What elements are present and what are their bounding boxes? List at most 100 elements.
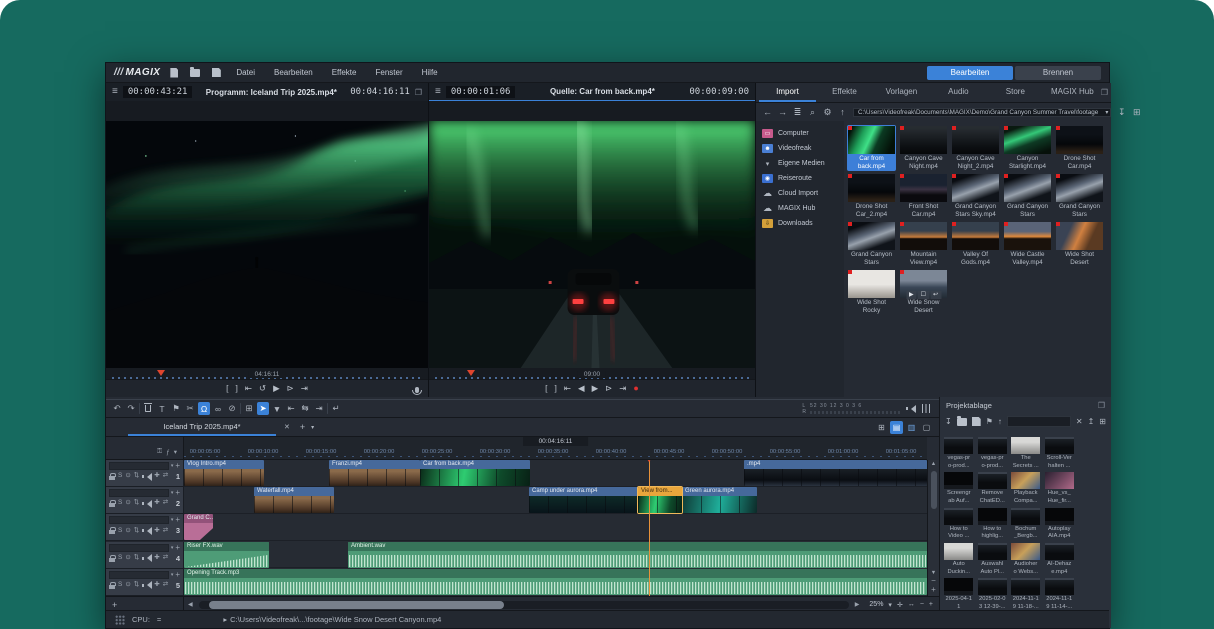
media-tab[interactable]: Audio: [930, 83, 987, 102]
close-project-icon[interactable]: ✕: [284, 423, 290, 431]
jump-start-button[interactable]: ⇤: [245, 384, 252, 393]
detach-monitor-icon[interactable]: ❐: [415, 88, 422, 97]
export-icon[interactable]: ↥: [1088, 417, 1095, 426]
object-edge-left-button[interactable]: ⇤: [285, 402, 297, 415]
scroll-right-icon[interactable]: ▶: [851, 601, 864, 608]
playhead-line[interactable]: [649, 460, 650, 596]
track-size-icon[interactable]: ⇄: [163, 555, 168, 562]
open-project-icon[interactable]: [188, 66, 202, 80]
track-lock-icon[interactable]: ⚿: [157, 448, 162, 456]
track-header[interactable]: ▾ + S ⊙ ⇅ ✚ ⇄ 4: [106, 542, 184, 569]
range-out-button[interactable]: ]: [235, 384, 237, 393]
media-thumbnail[interactable]: [848, 126, 895, 154]
projektablage-thumbnail[interactable]: [1045, 472, 1074, 489]
menu-item[interactable]: Fenster: [369, 68, 408, 77]
zoom-dropdown-icon[interactable]: ▾: [888, 601, 892, 609]
zoom-fit-icon[interactable]: ✛: [897, 601, 903, 609]
range-play-button[interactable]: ⊳: [605, 384, 612, 393]
media-file-item[interactable]: Car from back.mp4: [847, 125, 896, 171]
add-track-icon[interactable]: +: [175, 572, 180, 578]
clip-body[interactable]: [254, 496, 334, 513]
projektablage-item[interactable]: How to highlig...: [977, 508, 1009, 540]
projektablage-thumbnail[interactable]: [1045, 437, 1074, 454]
curve-edit-button[interactable]: ↵: [330, 402, 342, 415]
range-in-button[interactable]: [: [545, 384, 547, 393]
source-current-timecode[interactable]: 00:00:01:06: [446, 86, 516, 98]
projektablage-thumbnail[interactable]: [944, 543, 973, 560]
zoom-range-icon[interactable]: ↔: [908, 601, 915, 608]
track-transpose-icon[interactable]: ⇅: [134, 555, 139, 562]
sidebar-location-item[interactable]: ▭ Computer: [756, 126, 844, 141]
import-button[interactable]: ↧: [1117, 108, 1126, 117]
projektablage-thumbnail[interactable]: [1011, 543, 1040, 560]
hscroll-thumb[interactable]: [209, 601, 504, 609]
track-size-icon[interactable]: ⇄: [163, 528, 168, 535]
track-solo-icon[interactable]: S: [118, 582, 122, 589]
timeline-clip[interactable]: Opening Track.mp3: [184, 569, 927, 595]
media-thumbnail[interactable]: [952, 174, 999, 202]
timeline-clip[interactable]: Ambient.wav: [348, 542, 927, 568]
projektablage-item[interactable]: Bochum _Bergb...: [1010, 508, 1042, 540]
media-file-item[interactable]: Drone Shot Car.mp4: [1055, 125, 1104, 171]
sidebar-location-item[interactable]: ⇩ Downloads: [756, 216, 844, 231]
sidebar-location-item[interactable]: ☻ Videofreak: [756, 141, 844, 156]
jump-end-button[interactable]: ⇥: [619, 384, 626, 393]
scroll-up-icon[interactable]: ▲: [931, 461, 936, 469]
play-button[interactable]: ▶: [592, 384, 599, 393]
menu-item[interactable]: Bearbeiten: [268, 68, 319, 77]
pa-flag-button[interactable]: ⚑: [986, 417, 993, 426]
record-button[interactable]: ●: [633, 384, 638, 393]
sidebar-location-item[interactable]: ☁ Cloud Import: [756, 186, 844, 201]
track-name-input[interactable]: [109, 544, 169, 552]
track-lock-icon[interactable]: [109, 473, 115, 480]
jump-start-button[interactable]: ⇤: [564, 384, 571, 393]
projektablage-item[interactable]: Remove ChatED...: [977, 472, 1009, 504]
track-options-dropdown[interactable]: ▾: [171, 463, 174, 469]
monitor-menu-icon[interactable]: ≡: [112, 87, 118, 97]
track-monitor-icon[interactable]: ⊙: [125, 500, 130, 507]
media-file-item[interactable]: Wide Shot Desert Landmark .mp4: [1055, 221, 1104, 267]
path-dropdown-icon[interactable]: ▾: [1105, 109, 1108, 116]
projektablage-thumbnail[interactable]: [978, 472, 1007, 489]
pa-save-button[interactable]: [972, 417, 981, 426]
source-video-frame[interactable]: [429, 121, 755, 368]
prev-frame-button[interactable]: ◀: [578, 384, 585, 393]
track-transpose-icon[interactable]: ⇅: [134, 500, 139, 507]
media-file-item[interactable]: Grand Canyon Stars Sky_4.mp4: [847, 221, 896, 267]
add-track-icon[interactable]: +: [175, 517, 180, 523]
jump-end-button[interactable]: ⇥: [301, 384, 308, 393]
range-play-button[interactable]: ⊳: [287, 384, 294, 393]
program-current-timecode[interactable]: 00:00:43:21: [123, 86, 193, 98]
media-tab[interactable]: MAGIX Hub: [1044, 83, 1101, 102]
add-track-icon[interactable]: +: [175, 545, 180, 551]
sidebar-location-item[interactable]: ◉ Reiseroute: [756, 171, 844, 186]
track-options-dropdown[interactable]: ▾: [171, 545, 174, 551]
mode-button[interactable]: Bearbeiten: [927, 66, 1013, 80]
clip-body[interactable]: [420, 469, 530, 486]
track-lock-icon[interactable]: [109, 555, 115, 562]
projektablage-thumbnail[interactable]: [944, 437, 973, 454]
back-button[interactable]: ←: [763, 108, 772, 117]
projektablage-thumbnail[interactable]: [1011, 578, 1040, 595]
media-thumbnail[interactable]: [1004, 126, 1051, 154]
clip-body[interactable]: [744, 469, 927, 486]
clip-body[interactable]: [329, 469, 420, 486]
projektablage-item[interactable]: Playback Compa...: [1010, 472, 1042, 504]
undo-button[interactable]: ↶: [111, 402, 123, 415]
projektablage-thumbnail[interactable]: [978, 578, 1007, 595]
media-tab[interactable]: Import: [759, 83, 816, 102]
pa-folder-button[interactable]: [957, 418, 967, 426]
mouse-mode-dropdown[interactable]: ▼: [271, 402, 283, 415]
track-transpose-icon[interactable]: ⇅: [134, 528, 139, 535]
spacing-button[interactable]: ⇥: [313, 402, 325, 415]
track-solo-icon[interactable]: S: [118, 500, 122, 507]
timeline-clip[interactable]: Car from back.mp4: [420, 460, 530, 486]
menu-item[interactable]: Effekte: [326, 68, 363, 77]
range-out-button[interactable]: ]: [555, 384, 557, 393]
track-monitor-icon[interactable]: ⊙: [125, 473, 130, 480]
clip-body[interactable]: [184, 469, 264, 486]
swap-objects-button[interactable]: ⇆: [299, 402, 311, 415]
link-button[interactable]: ∞: [212, 402, 224, 415]
projektablage-item[interactable]: Hue_vs_ Hue_fir...: [1044, 472, 1076, 504]
view-grid-icon[interactable]: ⊞: [1099, 417, 1106, 426]
